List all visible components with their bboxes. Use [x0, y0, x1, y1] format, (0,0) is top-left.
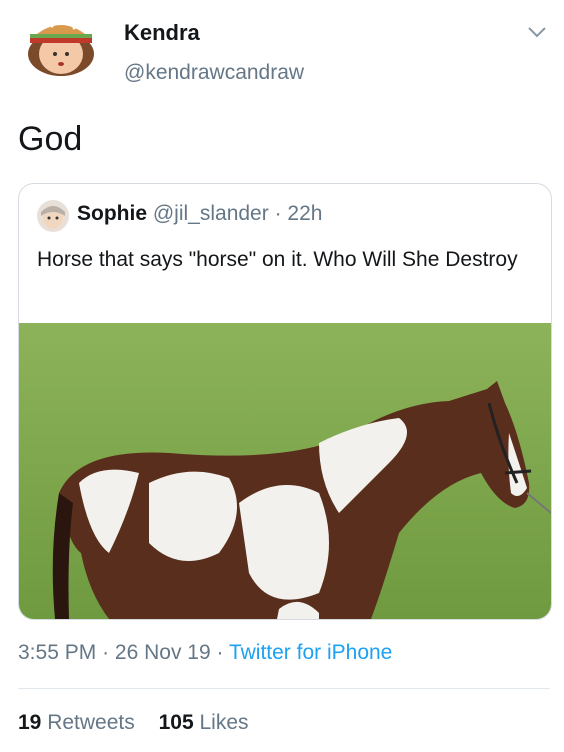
- retweets-label: Retweets: [47, 711, 135, 734]
- tweet-meta: 3:55 PM · 26 Nov 19 · Twitter for iPhone: [18, 641, 392, 665]
- likes-stat[interactable]: 105 Likes: [159, 711, 249, 734]
- likes-count: 105: [158, 711, 194, 734]
- quoted-author-name[interactable]: Sophie: [77, 202, 147, 225]
- tweet-time[interactable]: 3:55 PM: [18, 641, 96, 664]
- meta-separator: ·: [102, 641, 110, 664]
- author-handle[interactable]: @kendrawcandraw: [124, 61, 304, 85]
- quoted-header: Sophie @jil_slander · 22h: [77, 202, 322, 226]
- divider: [18, 688, 550, 689]
- quoted-author-handle[interactable]: @jil_slander: [153, 202, 269, 225]
- meta-separator: ·: [216, 641, 224, 664]
- tweet-text: God: [18, 120, 83, 158]
- tweet-stats: 19 Retweets 105 Likes: [18, 711, 249, 735]
- author-avatar[interactable]: [22, 14, 100, 80]
- quoted-tweet-card[interactable]: Sophie @jil_slander · 22h Horse that say…: [18, 183, 552, 620]
- header-separator: ·: [274, 202, 282, 225]
- paint-horse-photo[interactable]: [19, 323, 551, 619]
- person-avatar-icon: [37, 200, 69, 232]
- author-name[interactable]: Kendra: [124, 20, 200, 46]
- quoted-timestamp[interactable]: 22h: [287, 202, 322, 225]
- burger-face-avatar-icon: [28, 21, 94, 76]
- retweets-count: 19: [18, 711, 42, 734]
- retweets-stat[interactable]: 19 Retweets: [18, 711, 141, 734]
- quoted-author-avatar[interactable]: [37, 200, 69, 232]
- chevron-down-icon[interactable]: [526, 24, 548, 40]
- tweet-source-link[interactable]: Twitter for iPhone: [229, 641, 392, 664]
- quoted-tweet-text: Horse that says "horse" on it. Who Will …: [37, 248, 518, 271]
- tweet-date[interactable]: 26 Nov 19: [115, 641, 211, 664]
- likes-label: Likes: [199, 711, 249, 734]
